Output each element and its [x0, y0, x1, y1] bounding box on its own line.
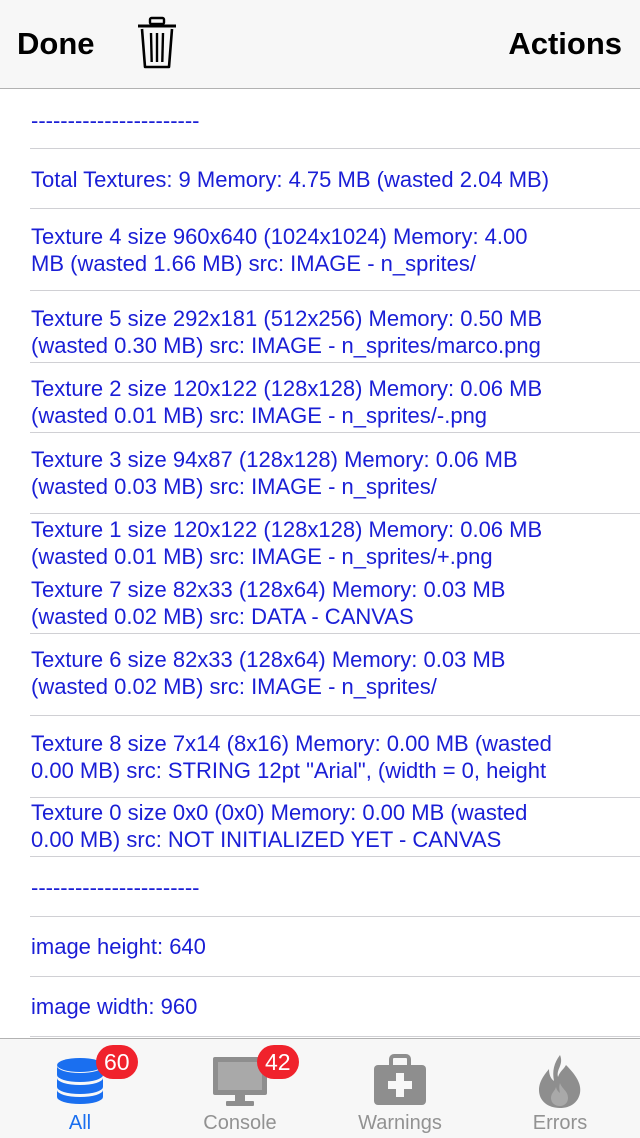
done-button[interactable]: Done: [17, 24, 95, 64]
log-row[interactable]: Texture 3 size 94x87 (128x128) Memory: 0…: [0, 433, 640, 514]
log-text: Texture 8 size 7x14 (8x16) Memory: 0.00 …: [31, 731, 552, 783]
log-text: Texture 2 size 120x122 (128x128) Memory:…: [31, 376, 543, 428]
tab-warnings[interactable]: Warnings: [320, 1039, 480, 1138]
tab-all[interactable]: 60 All: [0, 1039, 160, 1138]
log-row[interactable]: Texture 7 size 82x33 (128x64) Memory: 0.…: [0, 574, 640, 634]
navigation-bar: Done Actions: [0, 0, 640, 89]
log-row[interactable]: Texture 8 size 7x14 (8x16) Memory: 0.00 …: [0, 716, 640, 798]
log-row[interactable]: Texture 0 size 0x0 (0x0) Memory: 0.00 MB…: [0, 798, 640, 857]
log-row[interactable]: -----------------------: [0, 89, 640, 149]
log-text: image width: 960: [31, 994, 198, 1019]
log-text: Texture 5 size 292x181 (512x256) Memory:…: [31, 306, 543, 358]
log-text: Texture 4 size 960x640 (1024x1024) Memor…: [31, 224, 528, 276]
fire-icon: [534, 1053, 586, 1114]
log-row[interactable]: Texture 2 size 120x122 (128x128) Memory:…: [0, 363, 640, 433]
log-text: Texture 1 size 120x122 (128x128) Memory:…: [31, 517, 543, 569]
tab-badge-count: 42: [257, 1045, 299, 1079]
tab-label: Errors: [532, 1112, 588, 1134]
log-text: image height: 640: [31, 934, 206, 959]
actions-button[interactable]: Actions: [508, 24, 622, 64]
tab-console[interactable]: 42 Console: [160, 1039, 320, 1138]
log-row[interactable]: image width: 960: [0, 977, 640, 1037]
log-text: Total Textures: 9 Memory: 4.75 MB (waste…: [31, 167, 550, 192]
log-row[interactable]: Total Textures: 9 Memory: 4.75 MB (waste…: [0, 149, 640, 209]
log-row[interactable]: -----------------------: [0, 857, 640, 917]
row-divider: [30, 1036, 640, 1037]
log-text: Texture 7 size 82x33 (128x64) Memory: 0.…: [31, 577, 506, 629]
screen: Done Actions ----------------------- Tot…: [0, 0, 640, 1138]
log-text: -----------------------: [31, 108, 200, 133]
log-row[interactable]: Texture 6 size 82x33 (128x64) Memory: 0.…: [0, 634, 640, 716]
log-row[interactable]: image height: 640: [0, 917, 640, 977]
log-row[interactable]: Texture 1 size 120x122 (128x128) Memory:…: [0, 514, 640, 574]
tab-errors[interactable]: Errors: [480, 1039, 640, 1138]
trash-icon[interactable]: [136, 16, 178, 70]
log-row[interactable]: Texture 4 size 960x640 (1024x1024) Memor…: [0, 209, 640, 291]
tab-label: Console: [203, 1112, 277, 1134]
log-text: Texture 0 size 0x0 (0x0) Memory: 0.00 MB…: [31, 800, 528, 852]
tab-label: Warnings: [358, 1112, 442, 1134]
log-text: Texture 3 size 94x87 (128x128) Memory: 0…: [31, 447, 518, 499]
first-aid-kit-icon: [372, 1053, 428, 1112]
tab-bar: 60 All 42 Console Warnings Errors: [0, 1038, 640, 1138]
tab-label: All: [68, 1112, 92, 1134]
tab-badge-count: 60: [96, 1045, 138, 1079]
log-row[interactable]: Texture 5 size 292x181 (512x256) Memory:…: [0, 291, 640, 363]
log-text: Texture 6 size 82x33 (128x64) Memory: 0.…: [31, 647, 506, 699]
log-list[interactable]: ----------------------- Total Textures: …: [0, 89, 640, 1038]
log-text: -----------------------: [31, 875, 200, 900]
